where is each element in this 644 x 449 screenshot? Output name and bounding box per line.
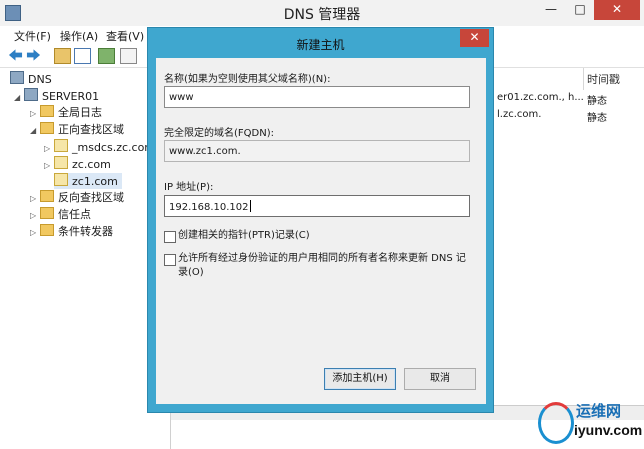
collapse-icon[interactable]: ◢ <box>14 90 24 106</box>
maximize-button[interactable]: □ <box>567 0 593 20</box>
expand-icon[interactable]: ▷ <box>44 158 54 174</box>
dialog-body: 名称(如果为空则使用其父域名称)(N): www 完全限定的域名(FQDN): … <box>156 58 486 404</box>
cancel-button[interactable]: 取消 <box>404 368 476 390</box>
expand-icon[interactable]: ▷ <box>30 191 40 207</box>
tree-item-trust-points[interactable]: ▷ 信任点 <box>30 207 91 223</box>
folder-icon <box>40 190 54 202</box>
add-host-button[interactable]: 添加主机(H) <box>324 368 396 390</box>
tree-item-zc-com[interactable]: ▷ zc.com <box>44 156 111 172</box>
expand-icon[interactable]: ▷ <box>44 141 54 157</box>
watermark: 运维网 iyunv.com <box>534 398 642 446</box>
export-list-icon[interactable] <box>120 48 137 64</box>
refresh-icon[interactable] <box>98 48 115 64</box>
menu-action[interactable]: 操作(A) <box>60 28 98 44</box>
folder-up-icon[interactable] <box>54 48 71 64</box>
folder-icon <box>40 224 54 236</box>
collapse-icon[interactable]: ◢ <box>30 123 40 139</box>
menu-file[interactable]: 文件(F) <box>14 28 51 44</box>
zone-icon <box>54 156 68 169</box>
name-input[interactable]: www <box>164 86 470 108</box>
dialog-close-button[interactable]: ✕ <box>460 29 489 47</box>
zone-icon <box>54 139 68 152</box>
record-timestamp[interactable]: 静态 <box>587 109 607 124</box>
server-icon <box>24 88 38 101</box>
menu-view[interactable]: 查看(V) <box>106 28 144 44</box>
tree-item-zc1-com[interactable]: zc1.com <box>54 173 122 189</box>
allow-auth-update-label-line2: 录(O) <box>178 267 204 278</box>
fqdn-label: 完全限定的域名(FQDN): <box>164 128 274 139</box>
minimize-button[interactable]: — <box>538 0 564 20</box>
zone-icon <box>54 173 68 186</box>
expand-icon[interactable]: ▷ <box>30 225 40 241</box>
column-header-timestamp[interactable]: 时间戳 <box>587 71 620 87</box>
create-ptr-checkbox[interactable] <box>164 231 176 243</box>
watermark-logo-icon <box>538 402 574 444</box>
title-bar: DNS 管理器 — □ ✕ <box>0 0 644 26</box>
folder-icon <box>40 105 54 117</box>
tree-item-conditional-forwarders[interactable]: ▷ 条件转发器 <box>30 224 113 240</box>
text-caret <box>249 200 251 212</box>
ip-label: IP 地址(P): <box>164 182 214 193</box>
allow-auth-update-label[interactable]: 允许所有经过身份验证的用户用相同的所有者名称来更新 DNS 记 录(O) <box>178 252 466 280</box>
dns-icon <box>10 71 24 84</box>
record-data[interactable]: er01.zc.com., h... <box>497 92 584 103</box>
record-timestamp[interactable]: 静态 <box>587 92 607 107</box>
forward-arrow-icon[interactable] <box>26 48 41 62</box>
fqdn-field: www.zc1.com. <box>164 140 470 162</box>
tree-item-dns[interactable]: DNS <box>10 71 52 87</box>
watermark-text: 运维网 <box>576 402 622 420</box>
column-divider[interactable] <box>583 68 584 90</box>
ip-address-value: 192.168.10.102 <box>169 202 249 213</box>
watermark-url: iyunv.com <box>574 422 643 438</box>
console-tree: DNS ◢ SERVER01 ▷ 全局日志 ◢ 正向查找区域 ▷ _msdcs.zc.c… <box>0 68 171 449</box>
folder-icon <box>40 122 54 134</box>
folder-icon <box>40 207 54 219</box>
name-label: 名称(如果为空则使用其父域名称)(N): <box>164 74 331 85</box>
new-host-dialog: 新建主机 ✕ 名称(如果为空则使用其父域名称)(N): www 完全限定的域名(… <box>148 28 493 412</box>
expand-icon[interactable]: ▷ <box>30 208 40 224</box>
create-ptr-label[interactable]: 创建相关的指针(PTR)记录(C) <box>178 229 310 243</box>
expand-icon[interactable]: ▷ <box>30 106 40 122</box>
close-button[interactable]: ✕ <box>594 0 640 20</box>
tree-item-global-logs[interactable]: ▷ 全局日志 <box>30 105 102 121</box>
record-data[interactable]: l.zc.com. <box>497 109 541 120</box>
ip-address-input[interactable]: 192.168.10.102 <box>164 195 470 217</box>
allow-auth-update-label-line1: 允许所有经过身份验证的用户用相同的所有者名称来更新 DNS 记 <box>178 253 466 264</box>
allow-auth-update-checkbox[interactable] <box>164 254 176 266</box>
tree-item-reverse-zones[interactable]: ▷ 反向查找区域 <box>30 190 124 206</box>
dialog-title: 新建主机 <box>296 38 345 52</box>
show-console-tree-icon[interactable] <box>74 48 91 64</box>
tree-item-server[interactable]: ◢ SERVER01 <box>14 88 99 104</box>
tree-item-forward-zones[interactable]: ◢ 正向查找区域 <box>30 122 124 138</box>
tree-item-msdcs-zone[interactable]: ▷ _msdcs.zc.com <box>44 139 155 155</box>
back-arrow-icon[interactable] <box>8 48 23 62</box>
